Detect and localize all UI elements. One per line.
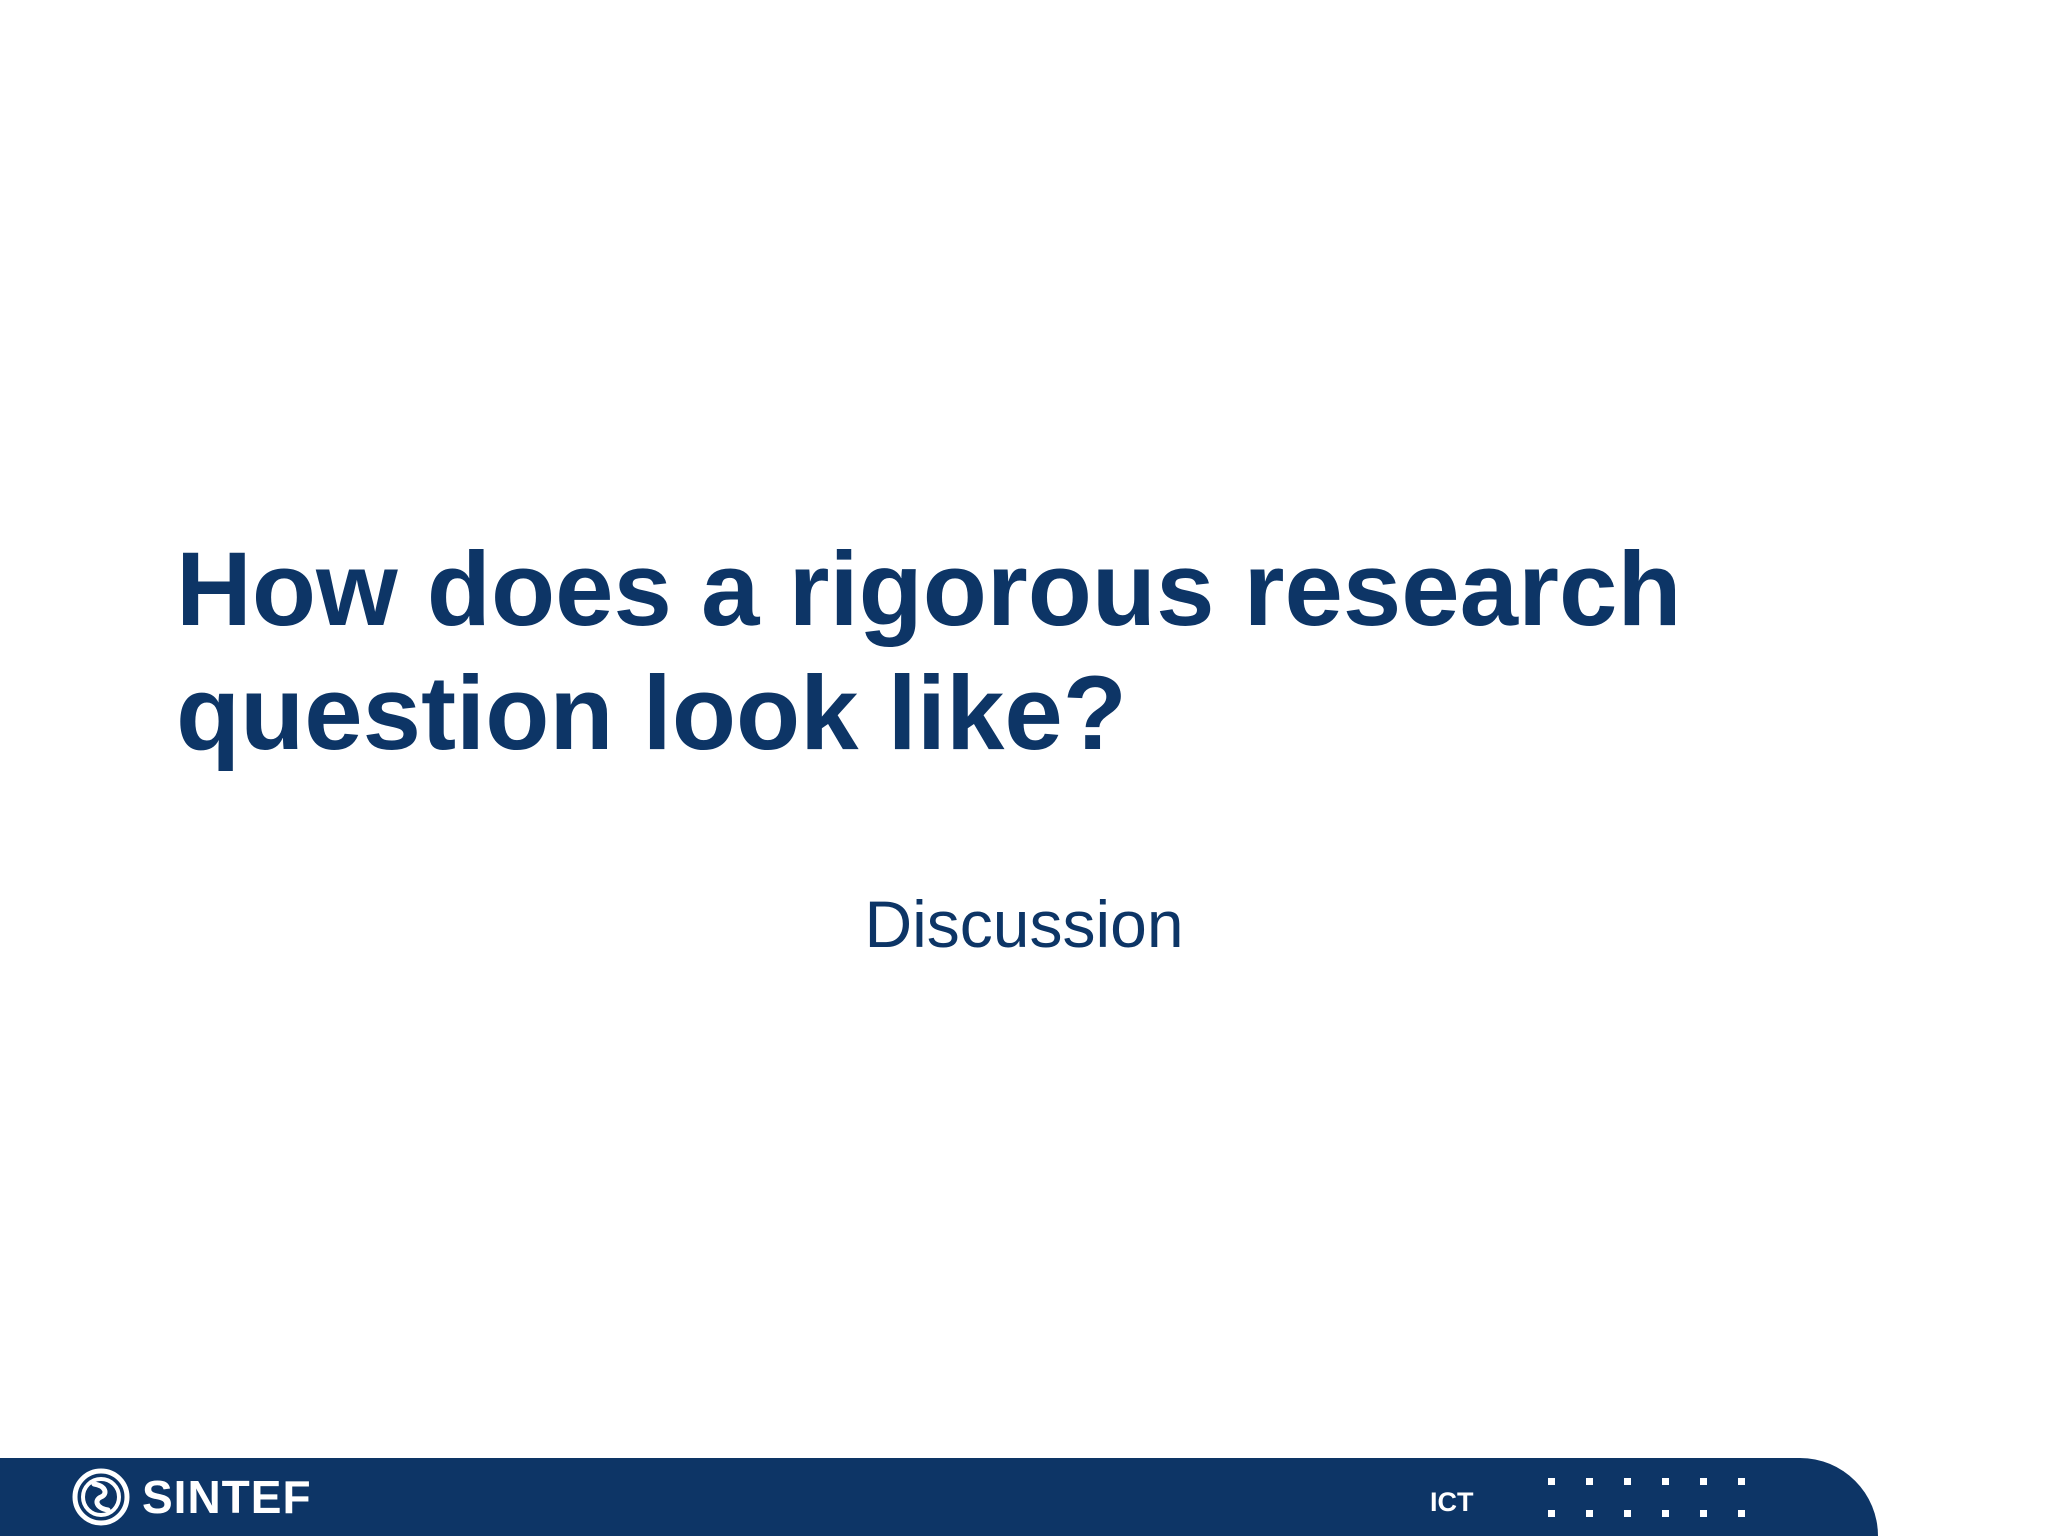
slide-title-line-1: How does a rigorous research <box>176 531 1682 648</box>
unit-label: ICT <box>1430 1487 1474 1517</box>
slide-title: How does a rigorous research question lo… <box>176 528 1876 776</box>
slide-title-line-2: question look like? <box>176 655 1127 772</box>
sintef-logo-icon <box>72 1468 130 1526</box>
sintef-logo-text: SINTEF <box>142 1471 312 1523</box>
slide: How does a rigorous research question lo… <box>0 0 2048 1536</box>
sintef-logo: SINTEF <box>72 1467 312 1527</box>
dot-grid-icon <box>1548 1478 1745 1517</box>
slide-subtitle: Discussion <box>864 887 1184 961</box>
